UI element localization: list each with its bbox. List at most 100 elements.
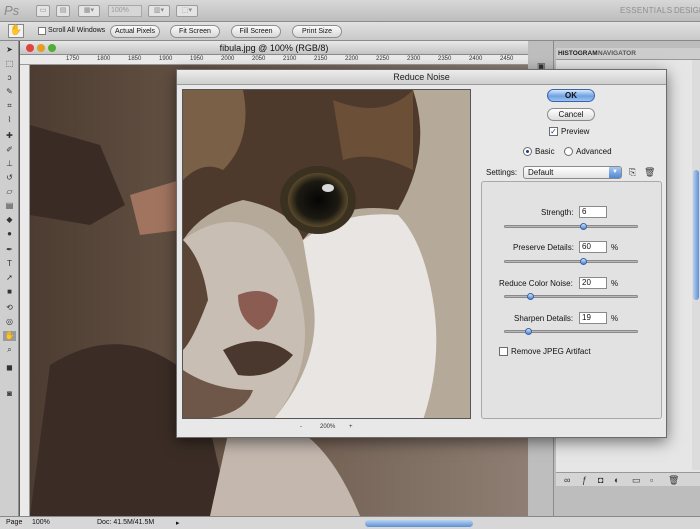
hand-tool-icon[interactable]: ✋ — [3, 331, 16, 341]
ruler-tick-label: 2350 — [438, 56, 452, 62]
ruler-tick-label: 2100 — [283, 56, 297, 62]
new-group-icon[interactable]: ▭ — [632, 475, 641, 486]
ruler-tick-label: 2400 — [469, 56, 483, 62]
adjustment-layer-icon[interactable]: ◐ — [614, 475, 619, 485]
preserve-details-input[interactable]: 60 — [579, 241, 607, 253]
delete-layer-icon[interactable]: 🗑 — [668, 475, 679, 486]
layer-mask-icon[interactable]: ◘ — [598, 475, 603, 485]
ruler-tick-label: 2150 — [314, 56, 328, 62]
gradient-tool-icon[interactable]: ▤ — [3, 201, 16, 211]
reduce-color-noise-input[interactable]: 20 — [579, 277, 607, 289]
scroll-all-windows-checkbox[interactable] — [38, 27, 46, 35]
preserve-details-label: Preserve Details: — [513, 243, 574, 252]
3d-orbit-icon[interactable]: ◎ — [3, 317, 16, 327]
lasso-tool-icon[interactable]: ↄ — [3, 73, 16, 83]
link-layers-icon[interactable]: ∞ — [564, 475, 570, 485]
layers-panel-footer: ∞ ƒ ◘ ◐ ▭ ▫ 🗑 — [556, 472, 700, 486]
move-tool-icon[interactable]: ➤ — [3, 45, 16, 55]
sharpen-details-unit: % — [611, 314, 619, 323]
tab-navigator[interactable]: NAVIGATOR — [598, 50, 636, 57]
remove-jpeg-artifact-label: Remove JPEG Artifact — [511, 347, 591, 356]
status-zoom[interactable]: 100% — [32, 519, 50, 526]
layer-style-icon[interactable]: ƒ — [582, 475, 587, 485]
save-settings-icon[interactable]: ⎘ — [629, 167, 636, 178]
horizontal-ruler: 1750 1800 1850 1900 1950 2000 2050 2100 2150 2200… — [20, 55, 528, 65]
tools-panel: ➤ ⬚ ↄ ✎ ⌗ ⌇ ✚ ✐ ⊥ ↺ ▱ ▤ ◆ ● ✒ T ➚ ■ ⟲ ◎ … — [0, 41, 19, 516]
reduce-color-noise-unit: % — [611, 279, 619, 288]
strength-input[interactable]: 6 — [579, 206, 607, 218]
preserve-details-unit: % — [611, 243, 619, 252]
fill-screen-button[interactable]: Fill Screen — [231, 25, 281, 38]
zoom-in-button[interactable]: + — [349, 424, 353, 430]
doc-size[interactable]: Doc: 41.5M/41.5M — [97, 519, 154, 526]
page-label: Page — [6, 519, 23, 526]
pen-tool-icon[interactable]: ✒ — [3, 245, 16, 255]
filter-preview[interactable] — [182, 89, 471, 419]
advanced-radio[interactable] — [564, 147, 573, 156]
tab-histogram[interactable]: HISTOGRAM — [558, 50, 598, 57]
history-brush-icon[interactable]: ↺ — [3, 173, 16, 183]
eraser-tool-icon[interactable]: ▱ — [3, 187, 16, 197]
panel-vertical-scrollbar[interactable] — [692, 60, 700, 470]
ruler-tick-label: 1800 — [97, 56, 111, 62]
blur-tool-icon[interactable]: ◆ — [3, 215, 16, 225]
dodge-tool-icon[interactable]: ● — [3, 229, 16, 239]
arrange-documents-icon[interactable]: ▥▾ — [148, 5, 170, 17]
ruler-tick-label: 2050 — [252, 56, 266, 62]
strength-label: Strength: — [541, 208, 574, 217]
basic-radio[interactable] — [523, 147, 532, 156]
marquee-tool-icon[interactable]: ⬚ — [3, 59, 16, 69]
dialog-title: Reduce Noise — [177, 70, 666, 85]
workspace-essentials[interactable]: ESSENTIALS — [620, 6, 672, 15]
sharpen-details-input[interactable]: 19 — [579, 312, 607, 324]
strength-slider-track[interactable] — [504, 225, 638, 228]
reduce-noise-dialog: Reduce Noise - 200% + OK Cancel ✓ Previe… — [176, 69, 667, 438]
screen-mode-icon[interactable]: ⬚▾ — [176, 5, 198, 17]
reduce-color-noise-label: Reduce Color Noise: — [499, 279, 573, 288]
minibridge-icon[interactable]: ▤ — [56, 5, 70, 17]
hand-tool-icon[interactable]: ✋ — [8, 24, 24, 38]
document-title-bar: fibula.jpg @ 100% (RGB/8) — [20, 41, 528, 55]
zoom-level-select[interactable]: 100% — [108, 5, 142, 17]
view-extras-icon[interactable]: ▦▾ — [78, 5, 100, 17]
print-size-button[interactable]: Print Size — [292, 25, 342, 38]
preserve-details-slider-track[interactable] — [504, 260, 638, 263]
crop-tool-icon[interactable]: ⌗ — [3, 101, 16, 111]
ruler-tick-label: 1950 — [190, 56, 204, 62]
quick-mask-icon[interactable]: ◙ — [3, 389, 16, 399]
ok-button[interactable]: OK — [547, 89, 595, 102]
preview-checkbox[interactable]: ✓ — [549, 127, 558, 136]
settings-select[interactable]: Default ▼ — [523, 166, 622, 179]
foreground-background-colors-icon[interactable]: ◼ — [3, 363, 16, 373]
bridge-icon[interactable]: ▭ — [36, 5, 50, 17]
scrollbar-thumb[interactable] — [693, 170, 699, 300]
zoom-out-button[interactable]: - — [300, 424, 302, 430]
workspace-design[interactable]: DESIGN — [674, 6, 700, 15]
type-tool-icon[interactable]: T — [3, 259, 16, 269]
new-layer-icon[interactable]: ▫ — [650, 475, 653, 485]
document-horizontal-scrollbar[interactable] — [365, 520, 473, 527]
sharpen-details-slider-track[interactable] — [504, 330, 638, 333]
reduce-color-noise-slider-track[interactable] — [504, 295, 638, 298]
spot-healing-icon[interactable]: ✚ — [3, 131, 16, 141]
brush-tool-icon[interactable]: ✐ — [3, 145, 16, 155]
3d-rotate-icon[interactable]: ⟲ — [3, 303, 16, 313]
ruler-tick-label: 2000 — [221, 56, 235, 62]
delete-settings-icon[interactable]: 🗑 — [644, 167, 655, 178]
status-menu-arrow-icon[interactable]: ▸ — [176, 519, 180, 527]
cat-preview-image — [183, 90, 470, 418]
remove-jpeg-artifact-checkbox[interactable] — [499, 347, 508, 356]
ruler-tick-label: 1900 — [159, 56, 173, 62]
path-selection-icon[interactable]: ➚ — [3, 273, 16, 283]
cancel-button[interactable]: Cancel — [547, 108, 595, 121]
chevron-down-icon: ▼ — [609, 167, 621, 178]
fit-screen-button[interactable]: Fit Screen — [170, 25, 220, 38]
zoom-tool-icon[interactable]: ⌕ — [3, 345, 16, 355]
shape-tool-icon[interactable]: ■ — [3, 287, 16, 297]
clone-stamp-icon[interactable]: ⊥ — [3, 159, 16, 169]
eyedropper-icon[interactable]: ⌇ — [3, 115, 16, 125]
vertical-ruler — [20, 65, 30, 516]
quick-selection-icon[interactable]: ✎ — [3, 87, 16, 97]
actual-pixels-button[interactable]: Actual Pixels — [110, 25, 160, 38]
reduce-color-noise-slider-knob[interactable] — [526, 293, 534, 300]
